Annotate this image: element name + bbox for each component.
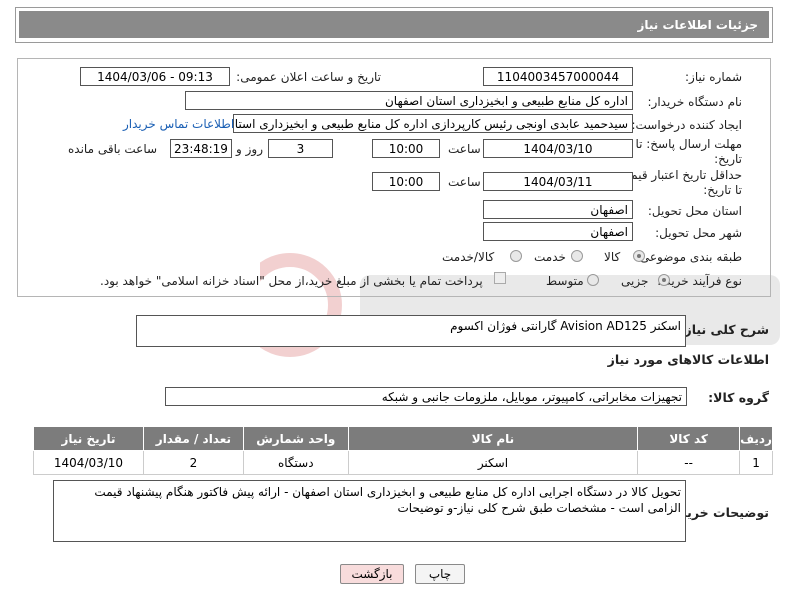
process-medium-radio[interactable] <box>587 274 599 286</box>
table-row: 1 -- اسکنر دستگاه 2 1404/03/10 <box>33 450 773 475</box>
col-header-need-date: تاریخ نیاز <box>33 426 144 451</box>
buyer-org-field: اداره کل منابع طبیعی و ابخیزداری استان ا… <box>185 91 633 110</box>
delivery-province-label: استان محل تحویل: <box>647 204 742 218</box>
buyer-contact-link[interactable]: اطلاعات تماس خریدار <box>123 117 234 131</box>
requester-label: ایجاد کننده درخواست: <box>631 118 742 132</box>
price-validity-date-field: 1404/03/11 <box>483 172 633 191</box>
print-button[interactable]: چاپ <box>415 564 465 584</box>
process-medium-label: متوسط <box>546 274 584 288</box>
cell-unit: دستگاه <box>242 450 349 475</box>
price-validity-time-field: 10:00 <box>372 172 440 191</box>
reply-deadline-date-field: 1404/03/10 <box>483 139 633 158</box>
cell-quantity: 2 <box>142 450 244 475</box>
cell-need-date: 1404/03/10 <box>33 450 144 475</box>
buyer-org-label: نام دستگاه خریدار: <box>647 95 743 109</box>
delivery-city-label: شهر محل تحویل: <box>655 226 742 240</box>
col-header-quantity: تعداد / مقدار <box>142 426 244 451</box>
category-goods-label: کالا <box>604 250 621 264</box>
cell-goods-name: اسکنر <box>347 450 639 475</box>
announce-datetime-label: تاریخ و ساعت اعلان عمومی: <box>236 70 381 84</box>
category-goods-radio[interactable] <box>633 250 645 262</box>
general-description-label: شرح کلی نیاز: <box>679 322 769 337</box>
goods-info-title: اطلاعات کالاهای مورد نیاز <box>607 352 769 367</box>
delivery-province-field: اصفهان <box>483 200 633 219</box>
reply-days-field: 3 <box>268 139 333 158</box>
reply-deadline-time-label: ساعت <box>448 142 481 156</box>
remaining-time-field: 23:48:19 <box>170 139 232 158</box>
back-button[interactable]: بازگشت <box>340 564 404 584</box>
price-validity-time-label: ساعت <box>448 175 481 189</box>
col-header-row-number: ردیف <box>739 426 773 451</box>
process-partial-radio[interactable] <box>658 274 670 286</box>
process-partial-label: جزیی <box>621 274 649 288</box>
general-description-field[interactable]: اسکنر Avision AD125 گارانتی فوژان اکسوم <box>136 315 686 347</box>
cell-row-number: 1 <box>739 450 773 475</box>
delivery-city-field: اصفهان <box>483 222 633 241</box>
reply-deadline-time-field: 10:00 <box>372 139 440 158</box>
col-header-goods-name: نام کالا <box>347 426 639 451</box>
price-validity-label-line1: حداقل تاریخ اعتبار قیمت: <box>615 168 742 182</box>
category-both-label: کالا/خدمت <box>442 250 495 264</box>
remaining-time-label: ساعت باقی مانده <box>68 142 158 156</box>
treasury-payment-note: پرداخت تمام یا بخشی از مبلغ خرید،از محل … <box>100 274 483 288</box>
col-header-goods-code: کد کالا <box>637 426 741 451</box>
category-service-radio[interactable] <box>571 250 583 262</box>
need-number-field: 1104003457000044 <box>483 67 633 86</box>
buyer-notes-field[interactable]: تحویل کالا در دستگاه اجرایی اداره کل منا… <box>53 480 686 542</box>
category-service-label: خدمت <box>534 250 566 264</box>
reply-deadline-label-line1: مهلت ارسال پاسخ: تا <box>635 137 742 151</box>
col-header-unit: واحد شمارش <box>242 426 349 451</box>
reply-days-label: روز و <box>236 142 263 156</box>
category-label: طبقه بندی موضوعی: <box>635 250 742 264</box>
goods-group-field: تجهیزات مخابراتی، کامپیوتر، موبایل، ملزو… <box>165 387 687 406</box>
need-number-label: شماره نیاز: <box>685 70 742 84</box>
goods-group-label: گروه کالا: <box>708 390 769 405</box>
goods-table: ردیف کد کالا نام کالا واحد شمارش تعداد /… <box>33 426 773 475</box>
requester-field: سیدحمید عابدی اونجی رئیس کارپردازی اداره… <box>233 114 633 133</box>
announce-datetime-field: 1404/03/06 - 09:13 <box>80 67 230 86</box>
reply-deadline-label-line2: تاریخ: <box>714 152 742 166</box>
treasury-payment-checkbox[interactable] <box>494 272 506 284</box>
cell-goods-code: -- <box>637 450 741 475</box>
price-validity-label-line2: تا تاریخ: <box>703 183 742 197</box>
goods-table-header-row: ردیف کد کالا نام کالا واحد شمارش تعداد /… <box>33 426 773 451</box>
category-both-radio[interactable] <box>510 250 522 262</box>
page-title: جزئیات اطلاعات نیاز <box>637 18 758 32</box>
